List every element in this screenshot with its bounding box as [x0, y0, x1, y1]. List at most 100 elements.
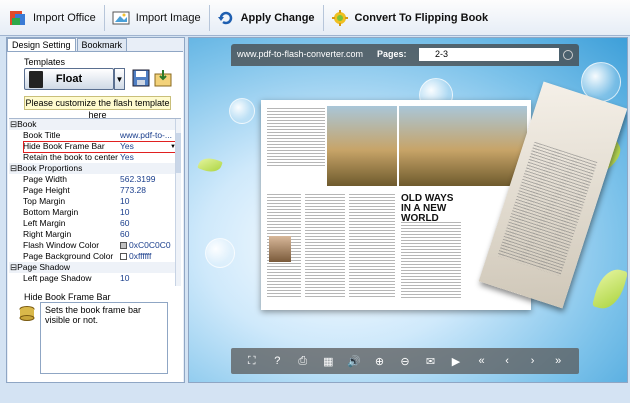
property-key: ⊟Page Shadow [9, 262, 177, 273]
property-value[interactable]: 60 [120, 229, 177, 240]
thumbnails-icon[interactable]: ▦ [320, 355, 336, 368]
last-page-icon[interactable]: » [550, 355, 566, 367]
property-key: ⊟Book Proportions [9, 163, 177, 174]
property-key: ⊟Book [9, 119, 177, 130]
property-group[interactable]: ⊟Page Shadow [9, 262, 181, 273]
bubble-decoration [205, 238, 235, 268]
template-select-button[interactable]: Float [24, 68, 114, 90]
convert-icon [329, 7, 351, 29]
property-grid-scrollbar[interactable] [175, 119, 181, 286]
close-icon[interactable] [563, 50, 573, 60]
property-key: Page Width [23, 174, 67, 184]
main-toolbar: Import Office Import Image Apply Change … [0, 0, 630, 36]
tab-bookmark[interactable]: Bookmark [76, 38, 128, 52]
article-headline: OLD WAYS IN A NEW WORLD [401, 193, 454, 224]
color-swatch [120, 253, 127, 260]
property-row[interactable]: Page Background Color 0xffffff [9, 251, 181, 262]
pages-input[interactable]: 2-3 [419, 48, 559, 61]
property-value-text: 0xC0C0C0 [129, 240, 171, 250]
property-row[interactable]: Top Margin 10 [9, 196, 181, 207]
property-row[interactable]: Book Title www.pdf-to-... [9, 130, 181, 141]
first-page-icon[interactable]: « [474, 355, 490, 367]
tab-design-setting[interactable]: Design Setting [7, 38, 76, 52]
zoom-out-icon[interactable]: ⊖ [397, 355, 413, 368]
help-icon[interactable]: ? [269, 355, 285, 367]
property-value[interactable]: 10 [120, 207, 177, 218]
viewer-frame-bar: www.pdf-to-flash-converter.com Pages: 2-… [231, 44, 579, 66]
next-page-icon[interactable]: › [525, 355, 541, 367]
settings-panel: Design Setting Bookmark Templates Float … [6, 37, 185, 383]
image-icon [110, 7, 132, 29]
page-photo [399, 106, 527, 186]
property-group[interactable]: ⊟Book Proportions [9, 163, 181, 174]
description-text: Sets the book frame bar visible or not. [40, 302, 168, 374]
property-key: Retain the book to center [23, 152, 118, 162]
load-template-icon[interactable] [154, 69, 172, 87]
property-row[interactable]: Page Height 773.28 [9, 185, 181, 196]
property-key: Right Margin [23, 229, 72, 239]
email-icon[interactable]: ✉ [422, 355, 438, 368]
import-office-button[interactable]: Import Office [4, 4, 102, 32]
property-value[interactable]: 773.28 [120, 185, 177, 196]
toolbar-divider [103, 4, 105, 31]
viewer-url: www.pdf-to-flash-converter.com [237, 49, 364, 59]
page-text [349, 194, 395, 298]
sound-icon[interactable]: 🔊 [346, 355, 362, 368]
scrollbar-thumb[interactable] [176, 133, 181, 173]
property-key: Left Margin [23, 218, 66, 228]
leaf-decoration [197, 154, 223, 176]
property-value[interactable]: 10 [120, 196, 177, 207]
color-swatch [120, 242, 127, 249]
page-photo [327, 106, 397, 186]
property-value[interactable]: Yes [120, 152, 177, 163]
settings-tabs: Design Setting Bookmark [7, 38, 128, 52]
property-row[interactable]: Bottom Margin 10 [9, 207, 181, 218]
save-template-icon[interactable] [132, 69, 150, 87]
left-page [265, 104, 397, 304]
property-value[interactable]: 562.3199 [120, 174, 177, 185]
property-key: Top Margin [23, 196, 66, 206]
apply-change-label: Apply Change [240, 11, 315, 24]
office-icon [7, 7, 29, 29]
property-row[interactable]: Flash Window Color 0xC0C0C0 [9, 240, 181, 251]
property-row[interactable]: Hide Book Frame Bar Yes ▼ [9, 141, 181, 153]
page-text [401, 222, 461, 298]
autoplay-icon[interactable]: ▶ [448, 355, 464, 368]
page-text [267, 108, 325, 168]
bubble-decoration [229, 98, 255, 124]
property-value[interactable]: 10 [120, 273, 177, 284]
toolbar-divider [322, 4, 324, 31]
database-icon [18, 306, 36, 322]
property-row[interactable]: Page Width 562.3199 [9, 174, 181, 185]
property-row[interactable]: Left page Shadow 10 [9, 273, 181, 284]
previous-page-icon[interactable]: ‹ [499, 355, 515, 367]
property-group[interactable]: ⊟Book [9, 119, 181, 130]
zoom-in-icon[interactable]: ⊕ [371, 355, 387, 368]
convert-button[interactable]: Convert To Flipping Book [326, 4, 495, 32]
property-value[interactable]: 0xC0C0C0 [120, 240, 177, 251]
print-icon[interactable]: ⎙ [295, 355, 311, 368]
property-value[interactable]: 60 [120, 218, 177, 229]
template-name: Float [55, 73, 83, 85]
import-image-label: Import Image [135, 11, 201, 24]
property-value[interactable]: 0xffffff [120, 251, 177, 262]
property-key: Flash Window Color [23, 240, 100, 250]
property-row[interactable]: Retain the book to center Yes [9, 152, 181, 163]
toolbar-divider [208, 4, 210, 31]
leaf-decoration [592, 265, 627, 313]
property-key: Left page Shadow [23, 273, 92, 283]
refresh-icon [215, 7, 237, 29]
import-image-button[interactable]: Import Image [107, 4, 207, 32]
property-key: Book Title [23, 130, 61, 140]
apply-change-button[interactable]: Apply Change [212, 4, 321, 32]
property-row[interactable]: Right Margin 60 [9, 229, 181, 240]
property-row[interactable]: Left Margin 60 [9, 218, 181, 229]
import-office-label: Import Office [33, 11, 96, 24]
fullscreen-icon[interactable]: ⛶ [244, 355, 260, 368]
property-key: Bottom Margin [23, 207, 79, 217]
property-value[interactable]: www.pdf-to-... [120, 130, 177, 141]
property-key: Page Height [23, 185, 70, 195]
property-value-text: 0xffffff [129, 251, 152, 261]
book-icon [29, 71, 43, 88]
template-dropdown-arrow[interactable]: ▼ [114, 68, 125, 90]
